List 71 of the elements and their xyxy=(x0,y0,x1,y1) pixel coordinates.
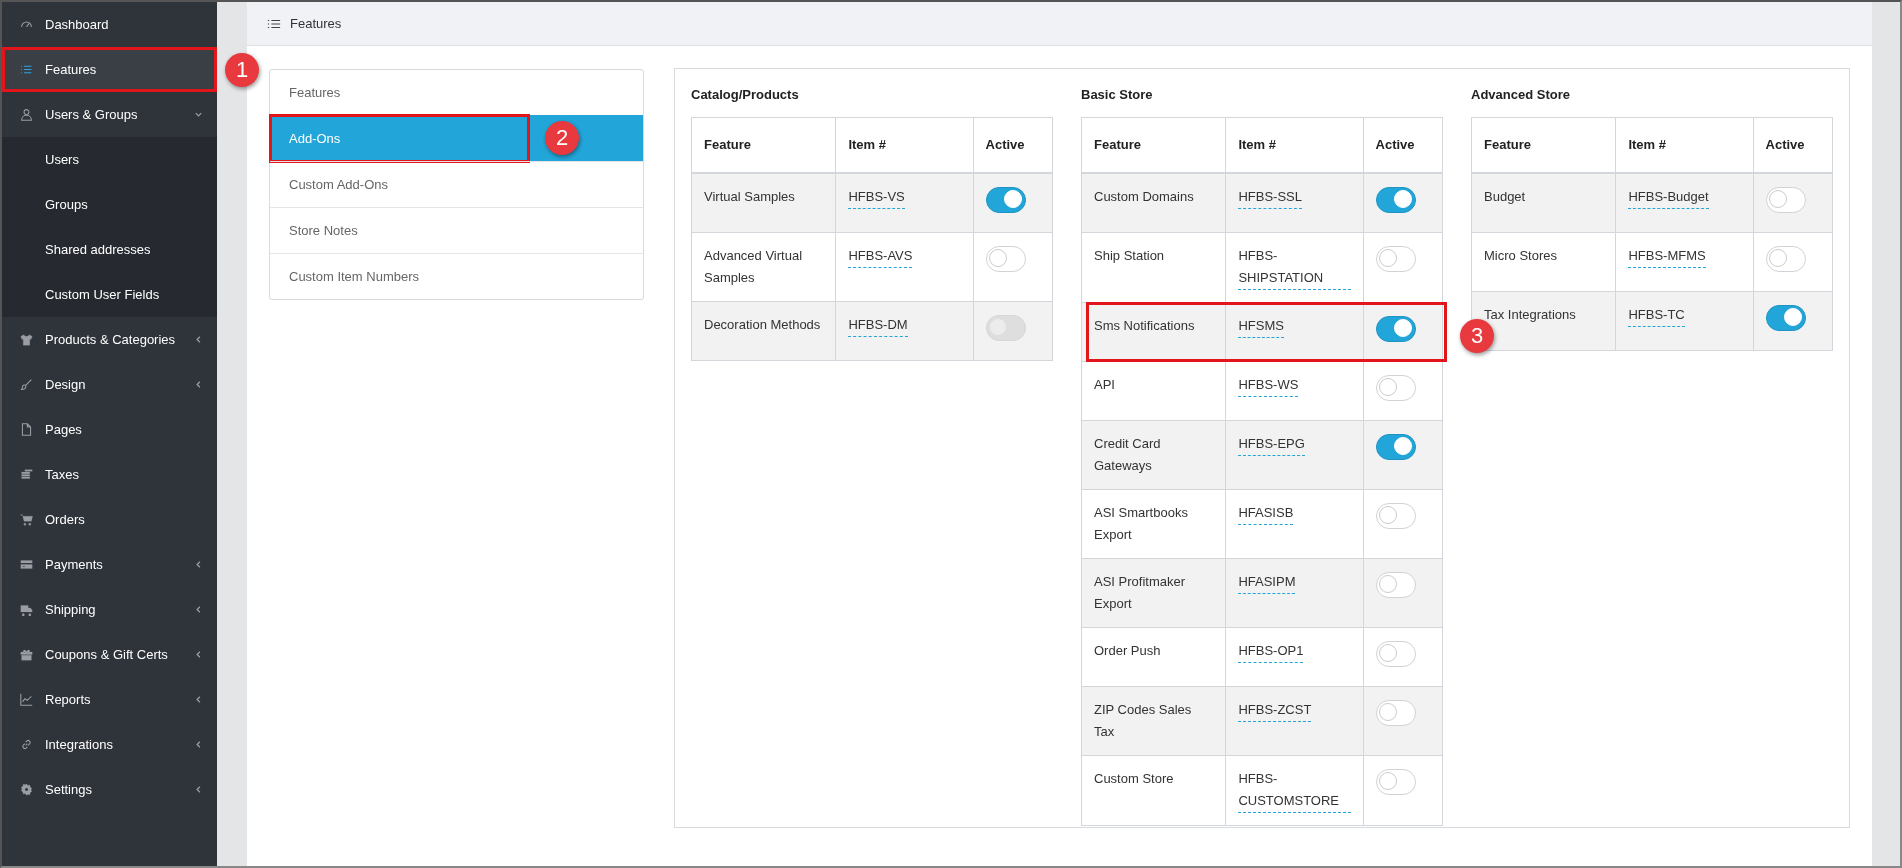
sidebar-subitem[interactable]: Groups xyxy=(2,182,217,227)
table-cell: Custom Domains xyxy=(1081,173,1226,233)
table-cell: Ship Station xyxy=(1081,232,1226,303)
menu-item[interactable]: Store Notes xyxy=(270,207,643,253)
toggle-switch[interactable] xyxy=(1375,187,1416,213)
item-number-link[interactable]: HFBS-TC xyxy=(1628,304,1685,327)
truck-icon xyxy=(20,603,33,616)
credit-card-icon xyxy=(20,558,33,571)
sidebar-item[interactable]: Payments xyxy=(2,542,217,587)
sidebar-subitem[interactable]: Custom User Fields xyxy=(2,272,217,317)
table-cell: Budget xyxy=(1471,173,1616,233)
sidebar-item[interactable]: Orders xyxy=(2,497,217,542)
item-number-link[interactable]: HFASIPM xyxy=(1238,571,1296,594)
page-title: Features xyxy=(290,16,342,31)
sidebar-item[interactable]: Design xyxy=(2,362,217,407)
item-number-link[interactable]: HFBS-AVS xyxy=(848,245,913,268)
menu-item[interactable]: Custom Add-Ons xyxy=(270,161,643,207)
item-number-link[interactable]: HFBS-WS xyxy=(1238,374,1299,397)
coins-icon xyxy=(20,468,33,481)
user-icon xyxy=(20,108,33,121)
gift-icon xyxy=(20,648,33,661)
table-cell: Order Push xyxy=(1081,627,1226,687)
item-number-link[interactable]: HFBS-SSL xyxy=(1238,186,1302,209)
item-number-link[interactable]: HFBS-VS xyxy=(848,186,905,209)
item-number-link[interactable]: HFBS-ZCST xyxy=(1238,699,1312,722)
table-cell: ASI Smartbooks Export xyxy=(1081,489,1226,559)
step-badge: 2 xyxy=(545,121,579,155)
file-icon xyxy=(20,423,33,436)
menu-item[interactable]: Custom Item Numbers xyxy=(270,253,643,299)
item-number-link[interactable]: HFSMS xyxy=(1238,315,1284,338)
sidebar-subitem[interactable]: Shared addresses xyxy=(2,227,217,272)
step-badge: 3 xyxy=(1460,319,1494,353)
sidebar-item[interactable]: Reports xyxy=(2,677,217,722)
table-cell: Advanced Virtual Samples xyxy=(691,232,836,302)
brush-icon xyxy=(20,378,33,391)
table-cell: Virtual Samples xyxy=(691,173,836,233)
table-cell: ASI Profitmaker Export xyxy=(1081,558,1226,628)
table-cell: Micro Stores xyxy=(1471,232,1616,292)
item-number-link[interactable]: HFBS-OP1 xyxy=(1238,640,1304,663)
sidebar-item[interactable]: Users & Groups xyxy=(2,92,217,137)
section-title: Advanced Store xyxy=(1471,87,1571,102)
sidebar-item[interactable]: Shipping xyxy=(2,587,217,632)
sidebar-item[interactable]: Dashboard xyxy=(2,2,217,47)
sidebar-item[interactable]: Coupons & Gift Certs xyxy=(2,632,217,677)
table-cell: ZIP Codes Sales Tax xyxy=(1081,686,1226,756)
cart-icon xyxy=(20,513,33,526)
sidebar-item[interactable]: Integrations xyxy=(2,722,217,767)
toggle-switch[interactable] xyxy=(1375,316,1416,342)
sidebar-item[interactable]: Products & Categories xyxy=(2,317,217,362)
list-icon xyxy=(20,63,33,76)
table-cell: Custom Store xyxy=(1081,755,1226,826)
chart-icon xyxy=(20,693,33,706)
table-cell: Credit Card Gateways xyxy=(1081,420,1226,490)
menu-item[interactable]: Add-Ons 2 xyxy=(270,115,643,161)
sidebar-item[interactable]: Settings xyxy=(2,767,217,812)
table-cell: API xyxy=(1081,361,1226,421)
section-title: Basic Store xyxy=(1081,87,1154,102)
toggle-switch[interactable] xyxy=(1765,305,1806,331)
menu-item[interactable]: Features xyxy=(270,70,643,115)
tshirt-icon xyxy=(20,333,33,346)
toggle-switch[interactable] xyxy=(1375,434,1416,460)
table-cell: Decoration Methods xyxy=(691,301,836,361)
sidebar-subitem[interactable]: Users xyxy=(2,137,217,182)
sidebar-item[interactable]: Taxes xyxy=(2,452,217,497)
item-number-link[interactable]: HFASISB xyxy=(1238,502,1294,525)
item-number-link[interactable]: HFBS-EPG xyxy=(1238,433,1305,456)
section-title: Catalog/Products xyxy=(691,87,800,102)
gear-icon xyxy=(20,783,33,796)
toggle-switch[interactable] xyxy=(985,187,1026,213)
sidebar-item[interactable]: Pages xyxy=(2,407,217,452)
link-icon xyxy=(20,738,33,751)
